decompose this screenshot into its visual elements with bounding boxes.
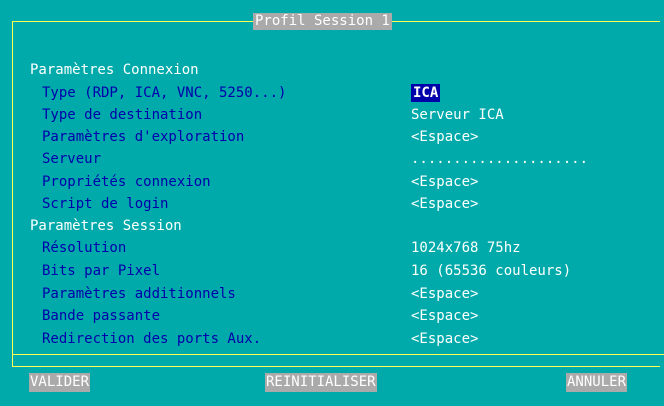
reset-button[interactable]: REINITIALISER bbox=[265, 373, 377, 392]
field-label-redirection: Redirection des ports Aux. bbox=[42, 331, 262, 347]
field-value-destination[interactable]: Serveur ICA bbox=[411, 105, 504, 125]
field-value-serveur[interactable]: ..................... bbox=[411, 149, 588, 169]
field-value-type[interactable]: ICA bbox=[411, 84, 441, 102]
field-label-proprietes: Propriétés connexion bbox=[42, 174, 211, 190]
validate-button[interactable]: VALIDER bbox=[29, 373, 91, 392]
cancel-button[interactable]: ANNULER bbox=[566, 373, 628, 392]
field-value-bande[interactable]: <Espace> bbox=[411, 306, 478, 326]
field-value-redirection[interactable]: <Espace> bbox=[411, 329, 478, 349]
field-label-resolution: Résolution bbox=[42, 240, 127, 256]
field-label-script: Script de login bbox=[42, 196, 169, 212]
field-value-exploration[interactable]: <Espace> bbox=[411, 127, 478, 147]
section-title-session: Paramètres Session bbox=[30, 218, 182, 234]
field-value-script[interactable]: <Espace> bbox=[411, 194, 478, 214]
field-label-bande: Bande passante bbox=[42, 308, 161, 324]
field-value-additionnels[interactable]: <Espace> bbox=[411, 284, 478, 304]
field-label-type: Type (RDP, ICA, VNC, 5250...) bbox=[42, 85, 287, 101]
field-value-resolution[interactable]: 1024x768 75hz bbox=[411, 238, 521, 258]
field-label-exploration: Paramètres d'exploration bbox=[42, 129, 245, 145]
field-label-destination: Type de destination bbox=[42, 107, 203, 123]
field-label-additionnels: Paramètres additionnels bbox=[42, 286, 236, 302]
field-label-serveur: Serveur bbox=[42, 151, 102, 167]
field-value-proprietes[interactable]: <Espace> bbox=[411, 172, 478, 192]
field-value-bits[interactable]: 16 (65536 couleurs) bbox=[411, 261, 571, 281]
section-title-connexion: Paramètres Connexion bbox=[30, 62, 199, 78]
dialog-title: Profil Session 1 bbox=[253, 13, 392, 30]
field-label-bits: Bits par Pixel bbox=[42, 263, 161, 279]
button-bar-divider bbox=[12, 354, 664, 355]
